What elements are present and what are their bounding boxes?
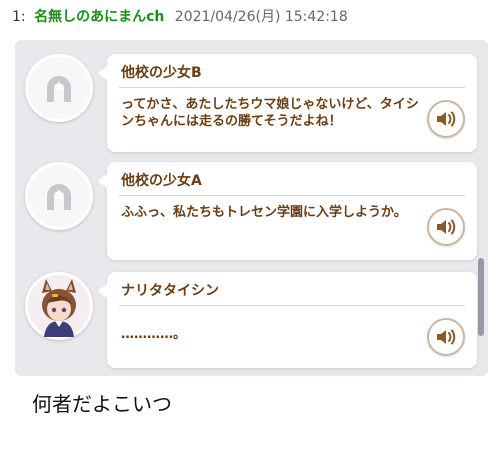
comment-text: 何者だよこいつ: [32, 392, 172, 416]
bubble-divider: [119, 305, 465, 306]
voice-button[interactable]: [427, 208, 465, 246]
dialogue-text: ふふっ、私たちもトレセン学園に入学しようか。: [121, 205, 407, 220]
horseshoe-placeholder-icon: [47, 76, 71, 102]
post-header: 1: 名無しのあにまんch 2021/04/26(月) 15:42:18: [12, 6, 348, 28]
poster-name[interactable]: 名無しのあにまんch: [34, 9, 164, 25]
post-datetime: 2021/04/26(月) 15:42:18: [174, 9, 348, 25]
dialogue-text: …………。: [121, 327, 187, 342]
character-avatar: [25, 272, 93, 340]
avatar-placeholder: [25, 54, 93, 122]
voice-button[interactable]: [427, 100, 465, 138]
dialogue-bubble: ナリタタイシン …………。: [98, 272, 477, 368]
scrollbar[interactable]: [478, 258, 484, 336]
speaker-name: ナリタタイシン: [121, 283, 219, 299]
voice-button[interactable]: [427, 318, 465, 356]
dialogue-bubble: 他校の少女A ふふっ、私たちもトレセン学園に入学しようか。: [98, 162, 477, 260]
speaker-icon: [437, 329, 456, 345]
speaker-name: 他校の少女A: [121, 173, 202, 189]
bubble-divider: [119, 87, 465, 88]
speaker-name: 他校の少女B: [121, 65, 202, 81]
post-number: 1:: [12, 9, 26, 25]
speaker-icon: [437, 219, 456, 235]
avatar-placeholder: [25, 162, 93, 230]
dialogue-text: ってかさ、あたしたちウマ娘じゃないけど、タイシンちゃんには走るの勝てそうだよね！: [121, 97, 419, 129]
horse-girl-portrait: [28, 275, 90, 337]
horseshoe-placeholder-icon: [47, 184, 71, 210]
speaker-icon: [437, 111, 456, 127]
game-screenshot: 他校の少女B ってかさ、あたしたちウマ娘じゃないけど、タイシンちゃんには走るの勝…: [15, 40, 488, 376]
bubble-divider: [119, 195, 465, 196]
dialogue-bubble: 他校の少女B ってかさ、あたしたちウマ娘じゃないけど、タイシンちゃんには走るの勝…: [98, 54, 477, 152]
